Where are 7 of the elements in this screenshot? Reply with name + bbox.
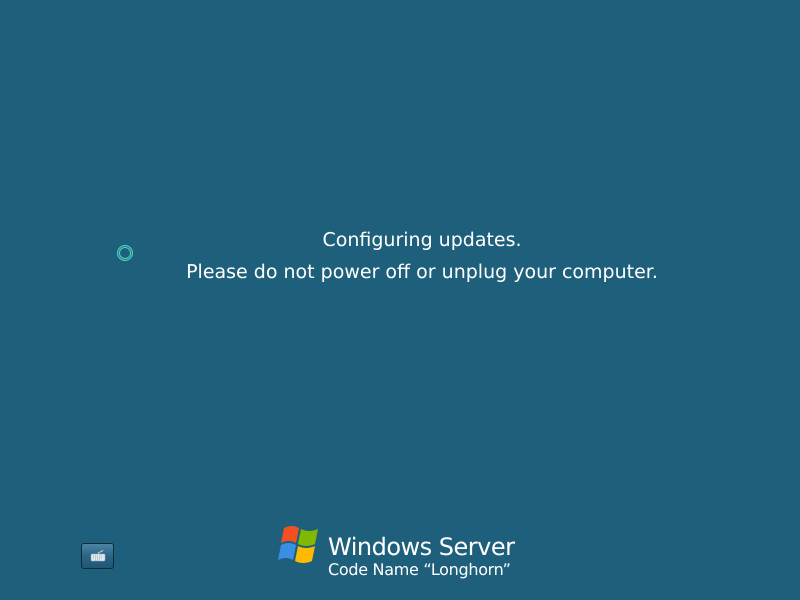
spinner-icon — [116, 244, 134, 262]
status-message: Please do not power off or unplug your computer. — [185, 260, 659, 285]
product-codename: Code Name “Longhorn” — [328, 560, 512, 580]
product-name: Windows Server — [328, 534, 514, 560]
keyboard-button[interactable] — [81, 543, 114, 569]
keyboard-icon — [90, 550, 106, 562]
status-message: Configuring updates. — [321, 228, 523, 253]
